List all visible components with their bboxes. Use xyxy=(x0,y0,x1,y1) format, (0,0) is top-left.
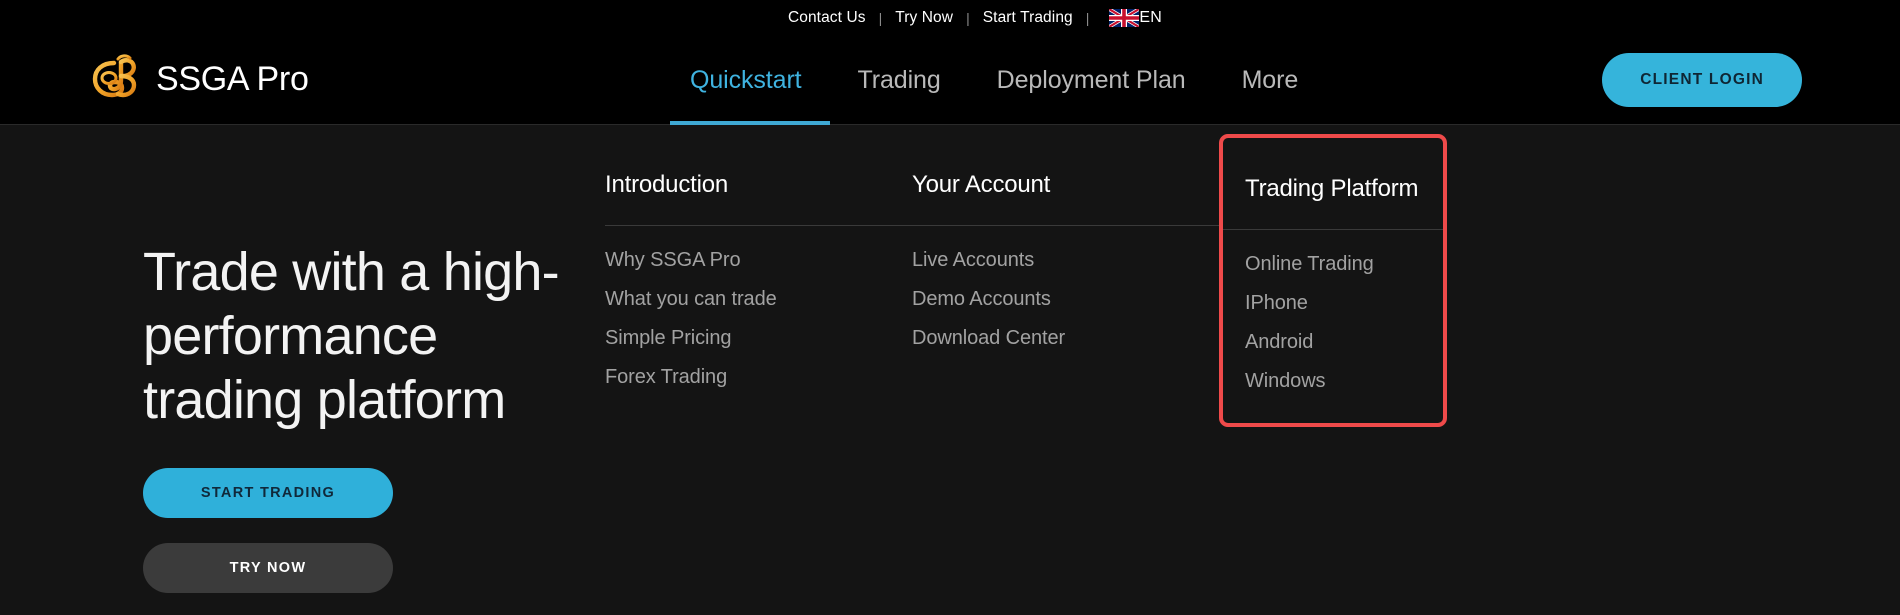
menu-link-android[interactable]: Android xyxy=(1245,331,1421,354)
menu-column-links: Live Accounts Demo Accounts Download Cen… xyxy=(912,249,1219,350)
top-utility-links: Contact Us | Try Now | Start Trading | E… xyxy=(786,8,1163,27)
topbar-link-try-now[interactable]: Try Now xyxy=(893,9,955,27)
topbar-link-start-trading[interactable]: Start Trading xyxy=(981,9,1075,27)
menu-link-simple-pricing[interactable]: Simple Pricing xyxy=(605,327,912,350)
menu-column-links: Online Trading IPhone Android Windows xyxy=(1245,253,1421,393)
menu-link-online-trading[interactable]: Online Trading xyxy=(1245,253,1421,276)
nav-item-more[interactable]: More xyxy=(1214,35,1327,125)
site-header: SSGA Pro Quickstart Trading Deployment P… xyxy=(0,35,1900,125)
nav-item-trading[interactable]: Trading xyxy=(830,35,969,125)
menu-column-divider xyxy=(1223,229,1443,230)
start-trading-button[interactable]: START TRADING xyxy=(143,468,393,518)
brand-name-label: SSGA Pro xyxy=(156,60,309,98)
topbar-separator: | xyxy=(1085,9,1090,26)
hero-headline: Trade with a high-performance trading pl… xyxy=(143,242,560,430)
menu-column-divider xyxy=(605,225,912,226)
uk-flag-icon xyxy=(1109,8,1140,27)
menu-link-what-you-can-trade[interactable]: What you can trade xyxy=(605,288,912,311)
menu-link-download-center[interactable]: Download Center xyxy=(912,327,1219,350)
hero-section: Trade with a high-performance trading pl… xyxy=(143,240,563,593)
menu-link-why-ssga-pro[interactable]: Why SSGA Pro xyxy=(605,249,912,272)
menu-column-your-account: Your Account Live Accounts Demo Accounts… xyxy=(912,155,1219,427)
menu-column-divider xyxy=(912,225,1219,226)
nav-item-deployment-plan[interactable]: Deployment Plan xyxy=(969,35,1214,125)
menu-column-heading: Trading Platform xyxy=(1245,175,1419,202)
menu-column-heading: Your Account xyxy=(912,171,1051,198)
menu-column-introduction: Introduction Why SSGA Pro What you can t… xyxy=(605,155,912,427)
menu-link-demo-accounts[interactable]: Demo Accounts xyxy=(912,288,1219,311)
menu-link-iphone[interactable]: IPhone xyxy=(1245,292,1421,315)
nav-item-quickstart[interactable]: Quickstart xyxy=(670,35,830,125)
topbar-link-contact-us[interactable]: Contact Us xyxy=(786,9,868,27)
menu-column-trading-platform: Trading Platform Online Trading IPhone A… xyxy=(1219,134,1447,427)
brand-logo-link[interactable]: SSGA Pro xyxy=(88,49,309,111)
ssga-emblem-icon xyxy=(88,49,150,111)
topbar-separator: | xyxy=(878,9,883,26)
language-selector[interactable]: EN xyxy=(1109,8,1163,27)
client-login-button[interactable]: CLIENT LOGIN xyxy=(1602,52,1802,107)
menu-link-windows[interactable]: Windows xyxy=(1245,370,1421,393)
menu-link-forex-trading[interactable]: Forex Trading xyxy=(605,366,912,389)
topbar-separator: | xyxy=(966,9,970,26)
menu-column-links: Why SSGA Pro What you can trade Simple P… xyxy=(605,249,912,389)
main-navigation: Quickstart Trading Deployment Plan More xyxy=(670,35,1326,125)
top-utility-bar: Contact Us | Try Now | Start Trading | E… xyxy=(0,0,1900,35)
quickstart-mega-menu: Introduction Why SSGA Pro What you can t… xyxy=(605,134,1447,427)
menu-link-live-accounts[interactable]: Live Accounts xyxy=(912,249,1219,272)
language-code-label: EN xyxy=(1139,8,1163,26)
hero-cta-group: START TRADING TRY NOW xyxy=(143,468,563,593)
try-now-button[interactable]: TRY NOW xyxy=(143,543,393,593)
menu-column-heading: Introduction xyxy=(605,171,729,198)
